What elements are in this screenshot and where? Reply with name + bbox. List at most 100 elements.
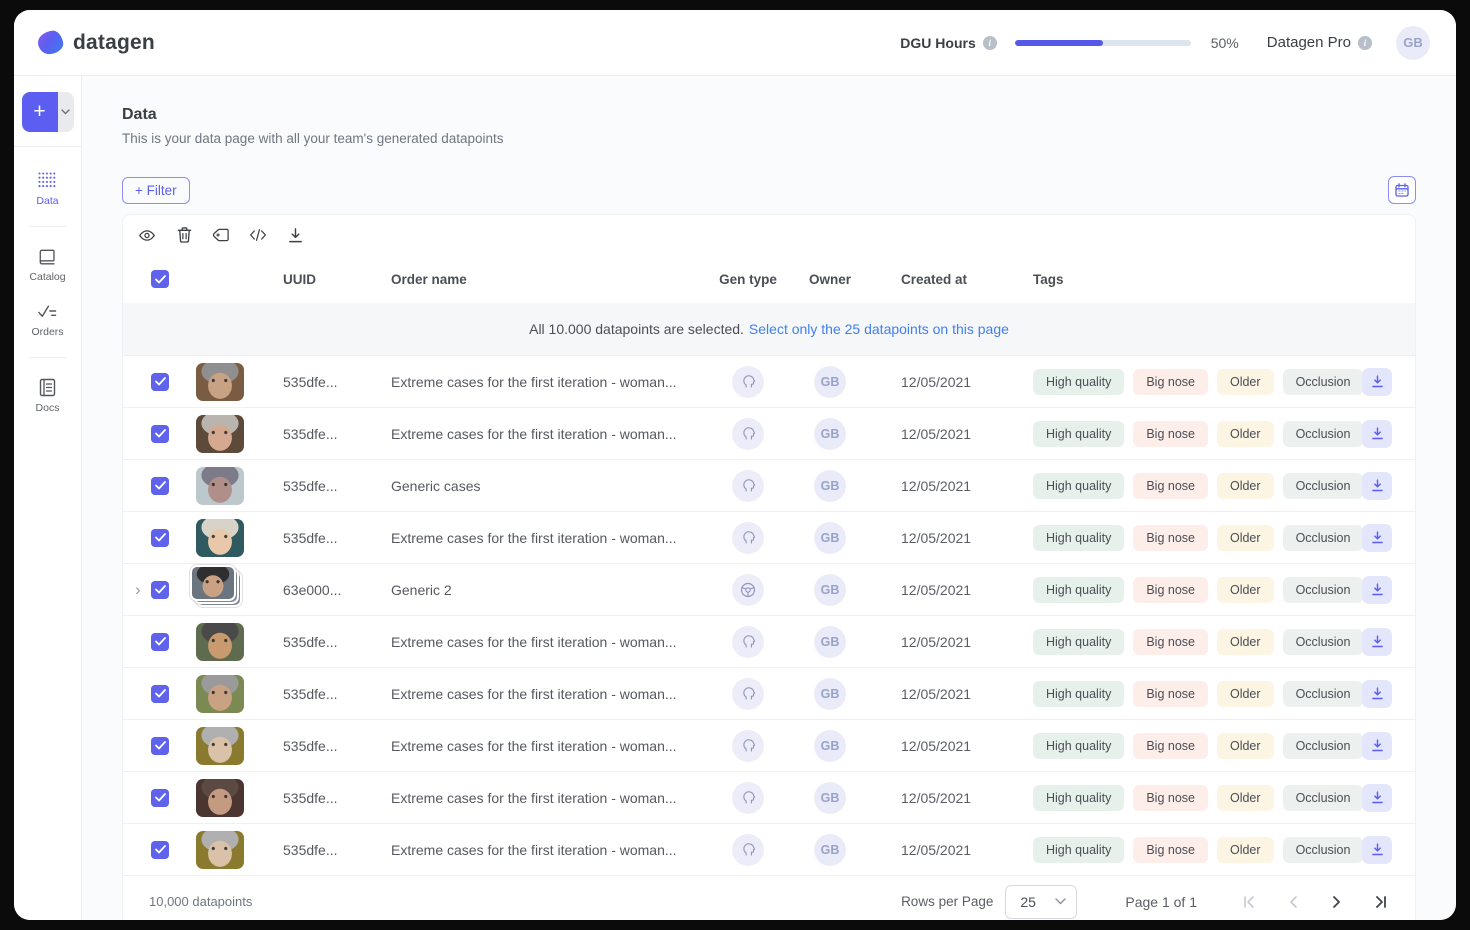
datapoint-thumbnail[interactable]: [196, 674, 244, 713]
column-header-tags[interactable]: Tags: [1021, 272, 1343, 287]
select-page-only-link[interactable]: Select only the 25 datapoints on this pa…: [749, 321, 1009, 337]
row-checkbox[interactable]: [151, 372, 169, 391]
row-download-button[interactable]: [1362, 419, 1392, 448]
datapoint-thumbnail[interactable]: [196, 726, 244, 765]
row-checkbox[interactable]: [151, 736, 169, 755]
tag-pill: High quality: [1033, 368, 1125, 395]
sidebar-divider: [29, 226, 66, 227]
row-tags: High quality Big nose Older Occlusion: [1021, 628, 1364, 655]
tag-pill: High quality: [1033, 732, 1125, 759]
column-header-owner[interactable]: Owner: [785, 272, 875, 287]
column-header-order-name[interactable]: Order name: [381, 272, 711, 287]
table-row[interactable]: › 535dfe... Extreme cases for the first …: [123, 615, 1415, 667]
download-icon[interactable]: [286, 226, 304, 244]
docs-icon: [37, 377, 57, 397]
row-download-button[interactable]: [1362, 835, 1392, 864]
sidebar-item-label: Orders: [31, 326, 64, 338]
table-row[interactable]: › 535dfe... Extreme cases for the first …: [123, 823, 1415, 875]
sidebar-divider: [29, 357, 66, 358]
datapoint-thumbnail[interactable]: [196, 362, 244, 401]
owner-avatar: GB: [814, 677, 846, 710]
delete-trash-icon[interactable]: [175, 226, 193, 244]
face-profile-icon: [732, 365, 764, 398]
datapoint-thumbnail[interactable]: [196, 830, 244, 869]
row-checkbox[interactable]: [151, 528, 169, 547]
column-header-gen-type[interactable]: Gen type: [711, 272, 785, 287]
calendar-button[interactable]: [1388, 176, 1416, 204]
owner-avatar: GB: [814, 365, 846, 398]
expand-chevron-icon[interactable]: ›: [135, 581, 149, 598]
next-page-button[interactable]: [1327, 892, 1347, 912]
chevron-down-icon[interactable]: [57, 92, 74, 132]
table-row[interactable]: › 535dfe... Extreme cases for the first …: [123, 355, 1415, 407]
download-icon: [1371, 843, 1383, 856]
row-download-button[interactable]: [1362, 679, 1392, 708]
download-icon: [1371, 479, 1383, 492]
row-uuid: 535dfe...: [283, 633, 338, 650]
face-profile-icon: [732, 625, 764, 658]
datapoint-thumbnail[interactable]: [196, 466, 244, 505]
table-row[interactable]: › 535dfe... Extreme cases for the first …: [123, 667, 1415, 719]
rows-per-page-select[interactable]: 25: [1005, 884, 1078, 919]
dgu-progress-fill: [1014, 39, 1103, 46]
datapoint-thumbnail[interactable]: [196, 622, 244, 661]
row-order-name: Extreme cases for the first iteration - …: [391, 633, 677, 650]
datapoint-thumbnail[interactable]: [196, 414, 244, 453]
row-checkbox[interactable]: [151, 580, 169, 599]
row-download-button[interactable]: [1362, 575, 1392, 604]
column-header-created-at[interactable]: Created at: [875, 272, 1021, 287]
row-created-at: 12/05/2021: [901, 529, 972, 546]
tag-pill: High quality: [1033, 784, 1125, 811]
top-bar: datagen DGU Hours i 50% Datagen Pro i GB: [14, 10, 1456, 76]
sidebar-item-docs[interactable]: Docs: [29, 368, 65, 423]
previous-page-button[interactable]: [1283, 892, 1303, 912]
row-download-button[interactable]: [1362, 523, 1392, 552]
last-page-button[interactable]: [1371, 892, 1391, 912]
face-profile-icon: [732, 521, 764, 554]
datapoint-thumbnail[interactable]: [196, 778, 244, 817]
face-profile-icon: [732, 729, 764, 762]
table-row[interactable]: › 535dfe... Extreme cases for the first …: [123, 771, 1415, 823]
row-checkbox[interactable]: [151, 684, 169, 703]
sidebar-item-orders[interactable]: Orders: [29, 292, 65, 347]
filter-button[interactable]: + Filter: [122, 176, 190, 204]
row-uuid: 535dfe...: [283, 425, 338, 442]
dgu-progress-bar: [1014, 39, 1191, 46]
table-row[interactable]: › 535dfe... Extreme cases for the first …: [123, 511, 1415, 563]
plus-icon[interactable]: +: [21, 92, 58, 132]
owner-avatar: GB: [814, 469, 846, 502]
table-row[interactable]: › 535dfe... Generic cases GB 12/05/2021 …: [123, 459, 1415, 511]
datapoint-thumbnail[interactable]: [196, 518, 244, 557]
sidebar-item-catalog[interactable]: Catalog: [29, 237, 66, 292]
code-icon[interactable]: [249, 226, 267, 244]
row-download-button[interactable]: [1362, 731, 1392, 760]
tag-pill: Big nose: [1133, 628, 1208, 655]
table-row[interactable]: › 535dfe... Extreme cases for the first …: [123, 719, 1415, 771]
row-checkbox[interactable]: [151, 788, 169, 807]
row-checkbox[interactable]: [151, 424, 169, 443]
sidebar-item-data[interactable]: Data: [29, 161, 65, 216]
tag-icon[interactable]: [212, 226, 230, 244]
user-avatar[interactable]: GB: [1396, 25, 1430, 60]
column-header-uuid[interactable]: UUID: [263, 272, 381, 287]
row-download-button[interactable]: [1362, 627, 1392, 656]
row-download-button[interactable]: [1362, 471, 1392, 500]
row-download-button[interactable]: [1362, 783, 1392, 812]
new-datapoint-split-button[interactable]: +: [21, 92, 74, 132]
table-row[interactable]: › 63e000... Generic 2 GB 12/05/2021 High…: [123, 563, 1415, 615]
row-checkbox[interactable]: [151, 632, 169, 651]
info-icon[interactable]: i: [982, 35, 997, 50]
tag-pill: Big nose: [1133, 368, 1208, 395]
row-checkbox[interactable]: [151, 840, 169, 859]
datapoint-thumbnail-stack[interactable]: [190, 564, 247, 612]
row-checkbox[interactable]: [151, 476, 169, 495]
preview-eye-icon[interactable]: [138, 226, 156, 244]
brand-logo[interactable]: datagen: [36, 29, 155, 56]
table-row[interactable]: › 535dfe... Extreme cases for the first …: [123, 407, 1415, 459]
row-download-button[interactable]: [1362, 367, 1392, 396]
owner-avatar: GB: [814, 573, 846, 606]
info-icon[interactable]: i: [1358, 35, 1372, 50]
first-page-button[interactable]: [1239, 892, 1259, 912]
face-profile-icon: [732, 417, 764, 450]
select-all-checkbox[interactable]: [151, 270, 169, 288]
